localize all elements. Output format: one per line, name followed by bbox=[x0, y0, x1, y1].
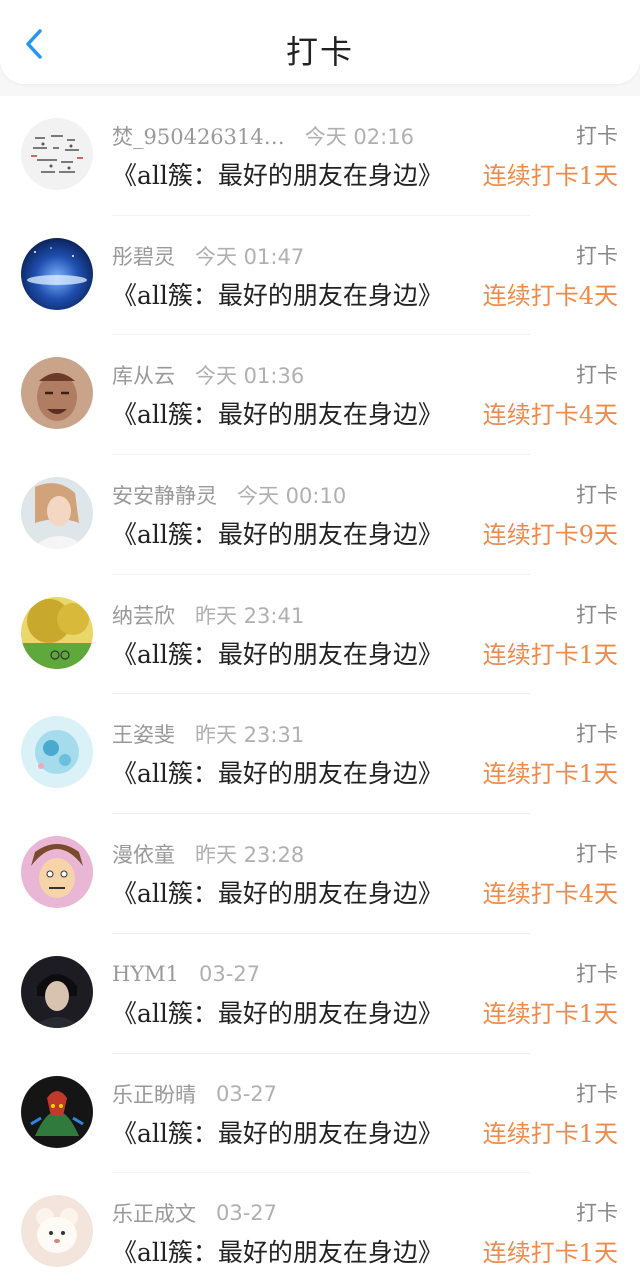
username[interactable]: 乐正成文 bbox=[112, 1198, 196, 1228]
list-item[interactable]: 漫依童 昨天 23:28 打卡 《all簇：最好的朋友在身边》 连续打卡4天 bbox=[0, 814, 640, 934]
entry-type-label: 打卡 bbox=[576, 1081, 618, 1106]
timestamp: 03-27 bbox=[199, 961, 261, 986]
list-item[interactable]: 焚_950426314… 今天 02:16 打卡 《all簇：最好的朋友在身边》… bbox=[0, 96, 640, 216]
username[interactable]: 漫依童 bbox=[112, 839, 175, 869]
entry-meta: 乐正盼晴 03-27 bbox=[112, 1078, 277, 1110]
timestamp: 昨天 23:31 bbox=[195, 723, 305, 748]
entry-meta: 漫依童 昨天 23:28 bbox=[112, 838, 304, 870]
avatar[interactable] bbox=[21, 836, 93, 909]
username[interactable]: 焚_950426314… bbox=[112, 121, 285, 151]
avatar[interactable] bbox=[21, 1075, 93, 1148]
topic-title[interactable]: 《all簇：最好的朋友在身边》 bbox=[112, 517, 443, 553]
streak-count: 连续打卡4天 bbox=[482, 401, 618, 430]
entry-meta: 安安静静灵 今天 00:10 bbox=[112, 479, 346, 511]
topic-title[interactable]: 《all簇：最好的朋友在身边》 bbox=[112, 278, 443, 314]
timestamp: 昨天 23:28 bbox=[195, 843, 305, 868]
streak-count: 连续打卡4天 bbox=[482, 880, 618, 909]
entry-type-label: 打卡 bbox=[576, 842, 618, 867]
entry-meta: HYM1 03-27 bbox=[112, 958, 260, 990]
streak-count: 连续打卡9天 bbox=[482, 521, 618, 550]
top-bar: 打卡 bbox=[0, 0, 640, 84]
entry-meta: 焚_950426314… 今天 02:16 bbox=[112, 120, 414, 152]
timestamp: 昨天 23:41 bbox=[195, 603, 305, 628]
topic-title[interactable]: 《all簇：最好的朋友在身边》 bbox=[112, 1116, 443, 1152]
entry-type-label: 打卡 bbox=[576, 483, 618, 508]
entry-type-label: 打卡 bbox=[576, 363, 618, 388]
list-item[interactable]: 彤碧灵 今天 01:47 打卡 《all簇：最好的朋友在身边》 连续打卡4天 bbox=[0, 215, 640, 336]
username[interactable]: HYM1 bbox=[112, 962, 179, 986]
entry-type-label: 打卡 bbox=[576, 1201, 618, 1226]
topic-title[interactable]: 《all簇：最好的朋友在身边》 bbox=[112, 158, 443, 194]
entry-type-label: 打卡 bbox=[576, 243, 618, 268]
streak-count: 连续打卡1天 bbox=[482, 640, 618, 669]
entry-type-label: 打卡 bbox=[576, 961, 618, 986]
avatar[interactable] bbox=[21, 596, 93, 669]
timestamp: 03-27 bbox=[216, 1201, 278, 1226]
entry-meta: 乐正成文 03-27 bbox=[112, 1197, 277, 1229]
topic-title[interactable]: 《all簇：最好的朋友在身边》 bbox=[112, 756, 443, 792]
avatar[interactable] bbox=[21, 716, 93, 789]
streak-count: 连续打卡1天 bbox=[482, 1119, 618, 1148]
streak-count: 连续打卡1天 bbox=[482, 1239, 618, 1268]
timestamp: 03-27 bbox=[216, 1081, 278, 1106]
entry-type-label: 打卡 bbox=[576, 124, 618, 148]
avatar[interactable] bbox=[21, 118, 93, 190]
username[interactable]: 彤碧灵 bbox=[112, 241, 175, 271]
list-item[interactable]: 库从云 今天 01:36 打卡 《all簇：最好的朋友在身边》 连续打卡4天 bbox=[0, 335, 640, 456]
avatar[interactable] bbox=[21, 955, 93, 1028]
topic-title[interactable]: 《all簇：最好的朋友在身边》 bbox=[112, 637, 443, 673]
username[interactable]: 库从云 bbox=[112, 360, 175, 390]
avatar[interactable] bbox=[21, 477, 93, 550]
list-item[interactable]: 乐正盼晴 03-27 打卡 《all簇：最好的朋友在身边》 连续打卡1天 bbox=[0, 1053, 640, 1174]
entry-meta: 纳芸欣 昨天 23:41 bbox=[112, 599, 304, 631]
username[interactable]: 安安静静灵 bbox=[112, 480, 217, 510]
page-title: 打卡 bbox=[285, 33, 354, 71]
streak-count: 连续打卡1天 bbox=[482, 162, 618, 190]
timestamp: 今天 02:16 bbox=[304, 125, 414, 149]
list-item[interactable]: 纳芸欣 昨天 23:41 打卡 《all簇：最好的朋友在身边》 连续打卡1天 bbox=[0, 574, 640, 695]
checkin-page: 打卡 焚_950426314… 今天 02:16 打卡 《all簇：最好的朋友在… bbox=[0, 0, 640, 1282]
list-item[interactable]: HYM1 03-27 打卡 《all簇：最好的朋友在身边》 连续打卡1天 bbox=[0, 933, 640, 1054]
streak-count: 连续打卡1天 bbox=[482, 999, 618, 1028]
username[interactable]: 纳芸欣 bbox=[112, 600, 175, 630]
timestamp: 今天 00:10 bbox=[237, 484, 347, 509]
avatar[interactable] bbox=[21, 1195, 93, 1268]
timestamp: 今天 01:36 bbox=[195, 364, 305, 389]
entry-meta: 王姿斐 昨天 23:31 bbox=[112, 718, 304, 750]
topic-title[interactable]: 《all簇：最好的朋友在身边》 bbox=[112, 996, 443, 1032]
streak-count: 连续打卡4天 bbox=[482, 281, 618, 310]
list-item[interactable]: 乐正成文 03-27 打卡 《all簇：最好的朋友在身边》 连续打卡1天 bbox=[0, 1173, 640, 1282]
entry-meta: 彤碧灵 今天 01:47 bbox=[112, 240, 304, 272]
streak-count: 连续打卡1天 bbox=[482, 760, 618, 789]
avatar[interactable] bbox=[21, 237, 93, 310]
timestamp: 今天 01:47 bbox=[195, 244, 305, 269]
avatar[interactable] bbox=[21, 357, 93, 430]
entry-type-label: 打卡 bbox=[576, 602, 618, 627]
checkin-list: 焚_950426314… 今天 02:16 打卡 《all簇：最好的朋友在身边》… bbox=[0, 96, 640, 1282]
topic-title[interactable]: 《all簇：最好的朋友在身边》 bbox=[112, 1235, 443, 1271]
entry-type-label: 打卡 bbox=[576, 722, 618, 747]
username[interactable]: 乐正盼晴 bbox=[112, 1079, 196, 1109]
list-item[interactable]: 王姿斐 昨天 23:31 打卡 《all簇：最好的朋友在身边》 连续打卡1天 bbox=[0, 694, 640, 815]
topic-title[interactable]: 《all簇：最好的朋友在身边》 bbox=[112, 397, 443, 433]
entry-meta: 库从云 今天 01:36 bbox=[112, 359, 304, 391]
username[interactable]: 王姿斐 bbox=[112, 719, 175, 749]
topic-title[interactable]: 《all簇：最好的朋友在身边》 bbox=[112, 876, 443, 912]
list-item[interactable]: 安安静静灵 今天 00:10 打卡 《all簇：最好的朋友在身边》 连续打卡9天 bbox=[0, 455, 640, 575]
